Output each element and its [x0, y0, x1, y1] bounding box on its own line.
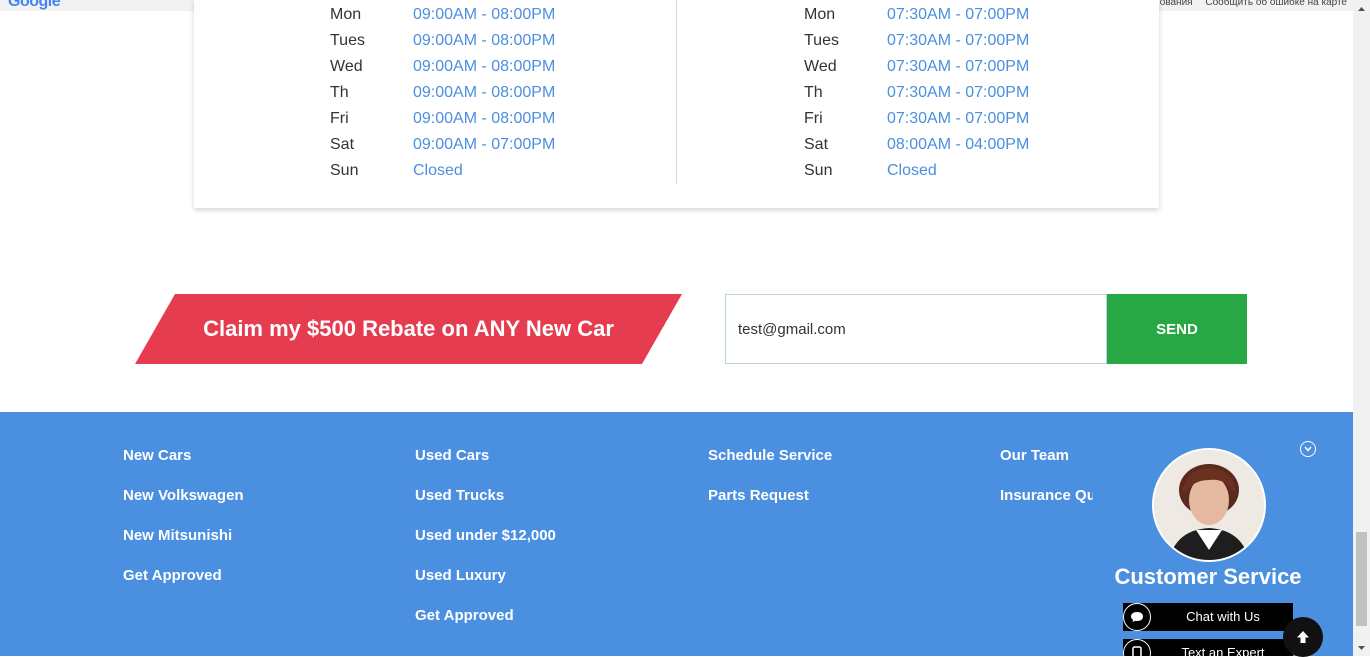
speech-bubble-icon [1123, 603, 1151, 631]
sales-hours: Mon 09:00AM - 08:00PM Tues 09:00AM - 08:00P… [330, 4, 555, 186]
map-links: ования Сообщить об ошибке на карте [1150, 0, 1347, 8]
service-hours: Mon 07:30AM - 07:00PM Tues 07:30AM - 07:00P… [804, 4, 1029, 186]
hours-time: Closed [413, 162, 463, 179]
hours-day: Sun [804, 162, 833, 179]
footer-link-schedule-service[interactable]: Schedule Service [708, 445, 832, 485]
footer-link-used-under-12000[interactable]: Used under $12,000 [415, 525, 556, 565]
hours-day: Mon [804, 6, 836, 23]
map-terms-link[interactable]: ования [1160, 0, 1193, 8]
avatar [1152, 448, 1266, 562]
hours-time: 07:30AM - 07:00PM [887, 58, 1030, 75]
hours-time: 08:00AM - 04:00PM [887, 136, 1030, 153]
hours-card: Mon 09:00AM - 08:00PM Tues 09:00AM - 08:00P… [194, 0, 1159, 208]
hours-day: Sun [330, 162, 359, 179]
footer-link-used-cars[interactable]: Used Cars [415, 445, 556, 485]
scroll-to-top-button[interactable] [1283, 617, 1323, 657]
customer-service-title: Customer Service [1114, 564, 1302, 589]
chat-with-us-button[interactable]: Chat with Us [1123, 603, 1293, 631]
hours-time: 09:00AM - 08:00PM [413, 58, 556, 75]
hours-time: 09:00AM - 07:00PM [413, 136, 556, 153]
hours-day: Th [330, 84, 349, 101]
footer-link-get-approved[interactable]: Get Approved [123, 565, 244, 605]
footer-column-new: New Cars New Volkswagen New Mitsunishi G… [123, 445, 244, 605]
hours-day: Sat [330, 136, 355, 153]
hours-time: 07:30AM - 07:00PM [887, 32, 1030, 49]
hours-time: 09:00AM - 08:00PM [413, 84, 556, 101]
footer-column-used: Used Cars Used Trucks Used under $12,000… [415, 445, 556, 645]
hours-day: Wed [330, 58, 363, 75]
hours-time: 09:00AM - 08:00PM [413, 32, 556, 49]
hours-time: 07:30AM - 07:00PM [887, 6, 1030, 23]
send-button[interactable]: SEND [1107, 294, 1247, 364]
hours-row: Sat 08:00AM - 04:00PM [804, 134, 1029, 160]
hours-time: 07:30AM - 07:00PM [887, 110, 1030, 127]
scroll-up-arrow-icon[interactable] [1353, 0, 1370, 17]
hours-row: Fri 07:30AM - 07:00PM [804, 108, 1029, 134]
footer-link-our-team[interactable]: Our Team [1000, 445, 1096, 485]
hours-row: Mon 09:00AM - 08:00PM [330, 4, 555, 30]
footer-link-used-trucks[interactable]: Used Trucks [415, 485, 556, 525]
hours-day: Fri [330, 110, 349, 127]
hours-row: Sat 09:00AM - 07:00PM [330, 134, 555, 160]
hours-row: Wed 09:00AM - 08:00PM [330, 56, 555, 82]
text-an-expert-label: Text an Expert [1181, 645, 1265, 656]
map-report-error-link[interactable]: Сообщить об ошибке на карте [1205, 0, 1347, 8]
hours-day: Tues [330, 32, 365, 49]
hours-row: Th 07:30AM - 07:00PM [804, 82, 1029, 108]
page-scrollbar[interactable] [1353, 0, 1370, 656]
footer-link-used-luxury[interactable]: Used Luxury [415, 565, 556, 605]
hours-day: Tues [804, 32, 839, 49]
arrow-up-icon [1297, 631, 1309, 643]
scroll-down-arrow-icon[interactable] [1353, 639, 1370, 656]
chat-with-us-label: Chat with Us [1186, 609, 1260, 624]
footer-link-insurance-quote[interactable]: Insurance Qu [1000, 485, 1096, 525]
hours-time: 09:00AM - 08:00PM [413, 110, 556, 127]
email-field[interactable] [725, 294, 1107, 364]
hours-row: Th 09:00AM - 08:00PM [330, 82, 555, 108]
hours-row: Sun Closed [330, 160, 555, 186]
hours-day: Wed [804, 58, 837, 75]
hours-row: Fri 09:00AM - 08:00PM [330, 108, 555, 134]
hours-row: Tues 09:00AM - 08:00PM [330, 30, 555, 56]
rebate-label: Claim my $500 Rebate on ANY New Car [203, 316, 614, 341]
hours-row: Sun Closed [804, 160, 1029, 186]
hours-row: Tues 07:30AM - 07:00PM [804, 30, 1029, 56]
footer-link-new-mitsunishi[interactable]: New Mitsunishi [123, 525, 244, 565]
hours-day: Mon [330, 6, 362, 23]
phone-icon [1123, 639, 1151, 656]
hours-row: Mon 07:30AM - 07:00PM [804, 4, 1029, 30]
hours-divider [676, 0, 677, 184]
footer-link-new-volkswagen[interactable]: New Volkswagen [123, 485, 244, 525]
google-logo: Google [8, 0, 61, 10]
text-an-expert-button[interactable]: Text an Expert [1123, 639, 1293, 656]
footer-column-service: Schedule Service Parts Request [708, 445, 832, 525]
rebate-banner[interactable]: Claim my $500 Rebate on ANY New Car [135, 294, 682, 364]
hours-day: Sat [804, 136, 829, 153]
hours-day: Th [804, 84, 823, 101]
chevron-down-circle-icon[interactable] [1300, 441, 1316, 457]
hours-time: Closed [887, 162, 937, 179]
footer-link-new-cars[interactable]: New Cars [123, 445, 244, 485]
hours-day: Fri [804, 110, 823, 127]
hours-time: 09:00AM - 08:00PM [413, 6, 556, 23]
footer-link-get-approved-used[interactable]: Get Approved [415, 605, 556, 645]
footer-column-about: Our Team Insurance Qu [1000, 445, 1096, 525]
hours-row: Wed 07:30AM - 07:00PM [804, 56, 1029, 82]
footer-link-parts-request[interactable]: Parts Request [708, 485, 832, 525]
scrollbar-thumb[interactable] [1356, 532, 1367, 626]
hours-time: 07:30AM - 07:00PM [887, 84, 1030, 101]
